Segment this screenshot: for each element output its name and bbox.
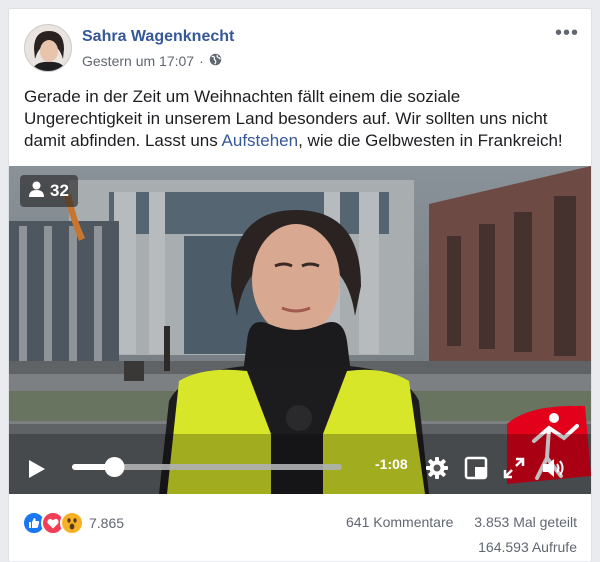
post-meta: Gestern um 17:07 · — [82, 53, 222, 69]
globe-icon — [209, 53, 222, 69]
reactions-summary[interactable]: 7.865 — [22, 511, 124, 535]
viewer-count-badge: 32 — [20, 175, 78, 207]
post-card: Sahra Wagenknecht Gestern um 17:07 · •••… — [8, 8, 592, 561]
more-icon[interactable]: ••• — [555, 23, 579, 43]
fullscreen-icon[interactable] — [503, 457, 525, 484]
views-count: 164.593 Aufrufe — [478, 539, 577, 555]
wow-icon — [60, 511, 84, 535]
post-time[interactable]: Gestern um 17:07 — [82, 53, 194, 69]
volume-icon[interactable] — [541, 456, 567, 485]
comments-count[interactable]: 641 Kommentare — [346, 514, 453, 530]
avatar[interactable] — [24, 24, 72, 72]
meta-separator: · — [199, 53, 204, 69]
video-frame — [9, 166, 591, 494]
post-text: Gerade in der Zeit um Weihnachten fällt … — [24, 86, 579, 152]
post-stats: 7.865 641 Kommentare 3.853 Mal geteilt 1… — [9, 506, 591, 562]
author-name[interactable]: Sahra Wagenknecht — [82, 28, 234, 46]
post-text-part: , wie die Gelbwesten in Frankreich! — [298, 131, 563, 150]
gear-icon[interactable] — [425, 456, 449, 485]
reaction-count[interactable]: 7.865 — [89, 515, 124, 531]
viewer-count: 32 — [50, 181, 69, 200]
aufstehen-link[interactable]: Aufstehen — [222, 131, 299, 150]
shares-count[interactable]: 3.853 Mal geteilt — [474, 514, 577, 530]
play-icon[interactable] — [28, 459, 46, 484]
time-remaining: -1:08 — [375, 456, 408, 472]
progress-bar[interactable] — [72, 455, 346, 479]
exit-fullscreen-icon[interactable] — [464, 456, 488, 485]
video-player[interactable]: 32 -1:08 — [9, 166, 591, 494]
progress-knob — [104, 457, 125, 477]
viewer-icon — [29, 181, 44, 202]
